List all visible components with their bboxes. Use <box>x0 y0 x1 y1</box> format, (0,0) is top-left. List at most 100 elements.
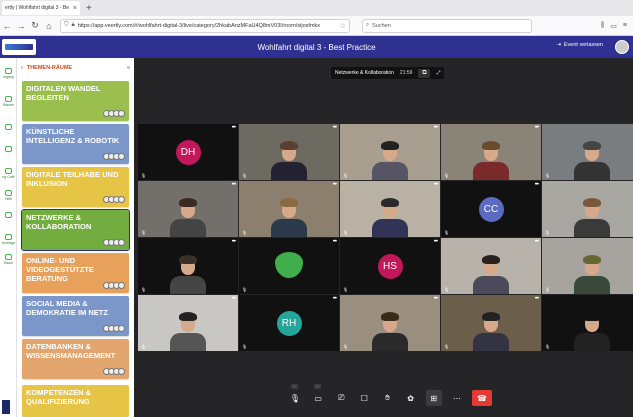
chevron-left-icon[interactable]: ‹ <box>21 65 23 71</box>
nav-item-3[interactable]: ... <box>1 124 16 135</box>
room-card[interactable]: DIGITALEN WANDEL BEGLEITEN <box>22 81 129 121</box>
participant-body <box>473 276 509 294</box>
tile-more-icon[interactable]: ••• <box>434 125 438 131</box>
chevron-up-icon: ^ <box>314 384 322 389</box>
tile-more-icon[interactable]: ••• <box>535 239 539 245</box>
tile-more-icon[interactable]: ••• <box>333 239 337 245</box>
participant-tile[interactable]: •••🎙︎ <box>542 124 633 180</box>
close-tab-icon[interactable]: × <box>73 5 77 12</box>
mute-microphone-button[interactable]: ^ 🎙︎ <box>287 384 303 406</box>
user-avatar[interactable] <box>615 40 629 54</box>
layout-icon[interactable]: ⧉ <box>418 68 431 78</box>
tile-more-icon[interactable]: ••• <box>232 296 236 302</box>
room-card[interactable]: NETZWERKE & KOLLABORATION <box>21 209 130 251</box>
reload-icon[interactable]: ↻ <box>28 20 42 31</box>
nav-item-entrance[interactable]: ingang <box>1 68 16 79</box>
room-card[interactable]: DATENBANKEN & WISSENSMANAGEMENT <box>22 339 129 379</box>
browser-tab[interactable]: ertly | Wohlfahrt digital 3 - Be × <box>2 1 80 15</box>
tile-view-button[interactable]: ⊞ <box>425 390 442 406</box>
tile-more-icon[interactable]: ••• <box>232 182 236 188</box>
address-bar[interactable]: ⛉ 🔒︎ https://app.veertly.com/#/wohlfahrt… <box>60 18 350 33</box>
room-card[interactable]: DIGITALE TEILHABE UND INKLUSION <box>22 167 129 207</box>
new-tab-icon[interactable]: + <box>86 3 92 14</box>
participant-tile[interactable]: RH ••• 🎙︎ <box>239 295 339 351</box>
screenshare-button[interactable]: ⎚ <box>333 390 349 406</box>
participant-tile[interactable]: ••• 🎙︎ <box>340 124 440 180</box>
participant-hair <box>583 312 601 321</box>
participant-tile[interactable]: •••🎙︎ <box>138 181 238 237</box>
tile-more-icon[interactable]: ••• <box>434 239 438 245</box>
shield-icon: ⛉ <box>64 22 69 28</box>
chat-button[interactable]: ☐ <box>356 390 372 406</box>
reactions-button[interactable]: ✿ <box>403 390 419 406</box>
home-icon[interactable]: ⌂ <box>42 21 56 31</box>
room-label: NETZWERKE & KOLLABORATION <box>26 213 92 231</box>
leave-event-button[interactable]: ⇥ Event verlassen <box>556 42 603 48</box>
participant-tile[interactable]: •••🎙︎ <box>441 238 541 294</box>
participant-tile[interactable]: •••🎙︎ <box>441 124 541 180</box>
bookmark-star-icon[interactable]: ☆ <box>340 22 346 30</box>
participant-tile[interactable]: HS ••• 🎙︎ <box>340 238 440 294</box>
participant-tile[interactable]: •••🎙︎ <box>138 295 238 351</box>
search-input[interactable]: ⌕ Suchen <box>362 18 532 33</box>
raise-hand-button[interactable]: ✋︎ <box>380 390 396 406</box>
leave-event-label: Event verlassen <box>563 42 603 48</box>
collapse-icon[interactable]: « <box>127 65 130 71</box>
tile-more-icon[interactable]: ••• <box>333 296 337 302</box>
screenshare-icon: ⎚ <box>338 393 345 402</box>
nav-item-cafe[interactable]: ng Café <box>1 168 16 179</box>
back-icon[interactable]: ← <box>0 21 14 31</box>
participant-tile[interactable]: •••🎙︎ <box>239 238 339 294</box>
url-text: https://app.veertly.com/#/wohlfahrt-digi… <box>77 22 321 29</box>
search-placeholder: Suchen <box>372 22 391 29</box>
tile-more-icon[interactable]: ••• <box>333 182 337 188</box>
nav-item-7[interactable]: ... <box>1 212 16 223</box>
participant-body <box>372 219 408 237</box>
tile-more-icon[interactable]: ••• <box>232 239 236 245</box>
microphone-muted-icon: 🎙︎ <box>343 230 349 235</box>
nav-item-4[interactable]: ... <box>1 146 16 157</box>
nav-icon <box>5 146 12 152</box>
tile-more-icon[interactable]: ••• <box>535 125 539 131</box>
forward-icon[interactable]: → <box>14 21 28 31</box>
participant-tile[interactable]: DH ••• 🎙︎ <box>138 124 238 180</box>
participant-tile[interactable]: CC ••• 🎙︎ <box>441 181 541 237</box>
room-card[interactable]: KÜNSTLICHE INTELLIGENZ & ROBOTIK <box>22 124 129 164</box>
nav-item-room[interactable]: Raum <box>1 254 16 265</box>
participant-tile[interactable]: •••🎙︎ <box>239 181 339 237</box>
tile-more-icon[interactable]: ••• <box>434 182 438 188</box>
tile-more-icon[interactable]: ••• <box>232 125 236 131</box>
app-header: Wohlfahrt digital 3 - Best Practice ⇥ Ev… <box>0 36 633 58</box>
sidebar-title: THEMEN-RÄUME <box>26 65 73 71</box>
camera-toggle-button[interactable]: ^ ▭ <box>310 384 326 406</box>
participant-tile[interactable]: •••🎙︎ <box>340 295 440 351</box>
microphone-muted-icon: 🎙︎ <box>242 344 248 349</box>
hangup-button[interactable]: ☎ <box>472 390 492 406</box>
nav-item-help[interactable]: Hilfe <box>1 190 16 201</box>
participant-tile[interactable]: ••• 🎙︎ <box>340 181 440 237</box>
room-card[interactable]: KOMPETENZEN & QUALIFIZIERUNG <box>22 385 129 417</box>
tile-more-icon[interactable]: ••• <box>333 125 337 131</box>
room-card[interactable]: ONLINE- UND VIDEOGESTÜTZTE BERATUNG <box>22 253 129 293</box>
more-options-button[interactable]: ⋯ <box>449 390 465 406</box>
tile-more-icon[interactable]: ••• <box>434 296 438 302</box>
sidebar-icon[interactable]: ▭ <box>610 22 617 30</box>
nav-item-survey[interactable]: Umfrage <box>1 234 16 245</box>
microphone-muted-icon: 🎙︎ <box>141 173 147 178</box>
participant-tile[interactable]: •••🎙︎ <box>138 238 238 294</box>
tile-more-icon[interactable]: ••• <box>535 296 539 302</box>
participant-tile[interactable]: •••🎙︎ <box>542 295 633 351</box>
fullscreen-icon[interactable]: ⤢ <box>436 70 440 76</box>
participant-tile[interactable]: •••🎙︎ <box>542 238 633 294</box>
participant-tile[interactable]: •••🎙︎ <box>441 295 541 351</box>
room-participant-avatars <box>103 368 125 375</box>
menu-icon[interactable]: ≡ <box>623 22 627 30</box>
participant-tile[interactable]: •••🎙︎ <box>542 181 633 237</box>
participant-tile[interactable]: •••🎙︎ <box>239 124 339 180</box>
room-card[interactable]: SOCIAL MEDIA & DEMOKRATIE IM NETZ <box>22 296 129 336</box>
tile-more-icon[interactable]: ••• <box>535 182 539 188</box>
participant-body <box>574 333 610 351</box>
nav-item-rooms[interactable]: Räume <box>1 96 16 107</box>
microphone-muted-icon: 🎙︎ <box>343 173 349 178</box>
library-icon[interactable]: ⫼ <box>601 22 604 30</box>
